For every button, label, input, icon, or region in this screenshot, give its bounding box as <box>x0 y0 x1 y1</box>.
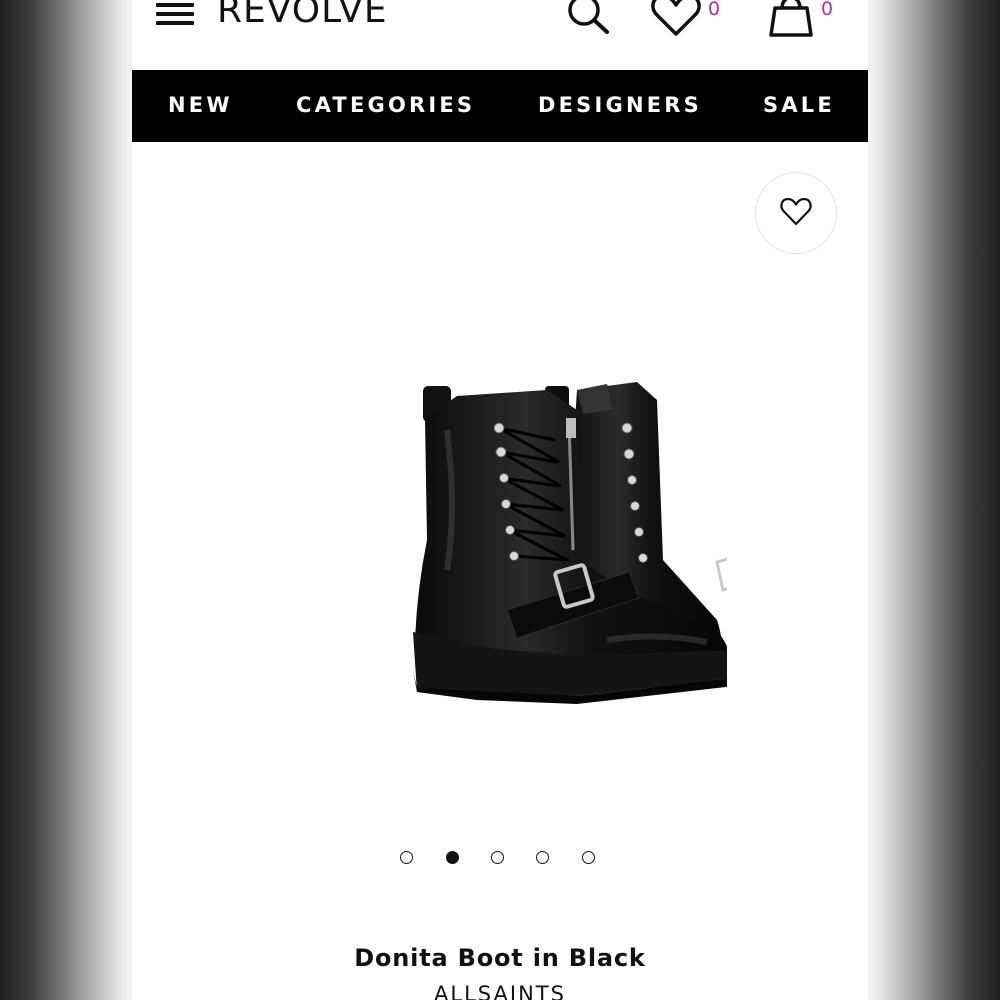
search-icon[interactable] <box>564 0 614 36</box>
bag-count-badge: 0 <box>821 0 834 20</box>
heart-outline-icon <box>780 197 812 226</box>
main-nav: NEW CATEGORIES DESIGNERS SALE <box>132 70 868 142</box>
carousel-dot-2[interactable] <box>446 851 459 864</box>
carousel-dot-5[interactable] <box>582 851 595 864</box>
nav-item-categories[interactable]: CATEGORIES <box>296 93 475 117</box>
wishlist-count-badge: 0 <box>708 0 721 20</box>
nav-item-sale[interactable]: SALE <box>763 93 835 117</box>
site-header: REVOLVE 0 0 <box>132 0 868 70</box>
site-logo[interactable]: REVOLVE <box>217 0 388 31</box>
heart-icon[interactable] <box>650 0 702 38</box>
add-to-wishlist-button[interactable] <box>755 172 837 254</box>
product-page: REVOLVE 0 0 NEW CATEGORIES DESIGNERS SAL… <box>132 0 868 1000</box>
product-image[interactable] <box>277 370 727 710</box>
nav-item-designers[interactable]: DESIGNERS <box>538 93 702 117</box>
product-brand[interactable]: ALLSAINTS <box>132 982 868 1000</box>
carousel-dot-3[interactable] <box>491 851 504 864</box>
carousel-dot-4[interactable] <box>536 851 549 864</box>
nav-item-new[interactable]: NEW <box>168 93 233 117</box>
boot-front <box>413 386 727 704</box>
shopping-bag-icon[interactable] <box>766 0 816 40</box>
menu-icon[interactable] <box>156 0 194 28</box>
product-title: Donita Boot in Black <box>354 944 646 972</box>
carousel-dot-1[interactable] <box>400 851 413 864</box>
